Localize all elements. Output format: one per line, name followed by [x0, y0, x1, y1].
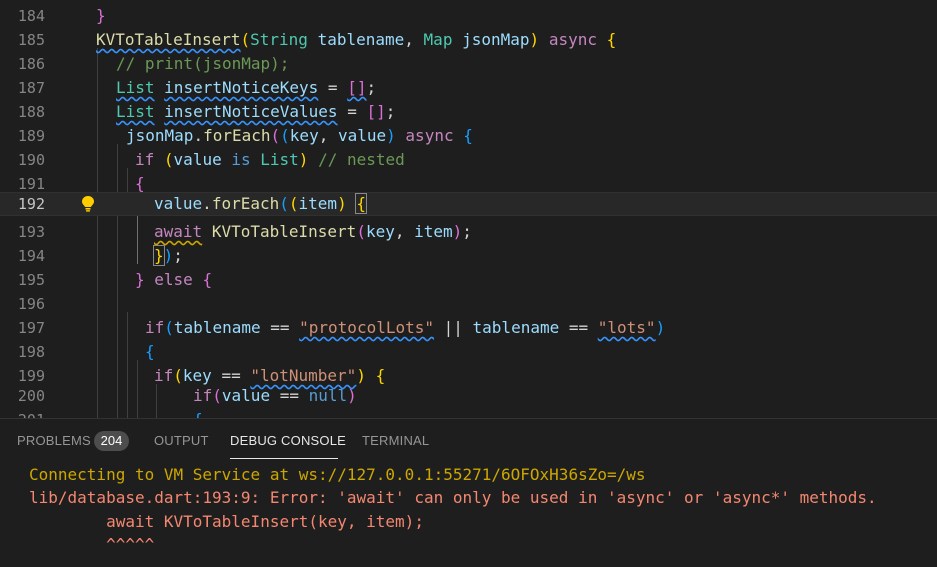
active-tab-indicator — [230, 458, 338, 459]
line-number: 194 — [17, 247, 45, 265]
line-number: 200 — [17, 387, 45, 405]
line-number: 185 — [17, 31, 45, 49]
line-number: 195 — [17, 271, 45, 289]
line-number: 188 — [17, 103, 45, 121]
code-text: if (value is List) // nested — [135, 150, 405, 169]
code-line[interactable]: 186 // print(jsonMap); — [0, 52, 937, 76]
line-number: 189 — [17, 127, 45, 145]
line-number: 187 — [17, 79, 45, 97]
code-line[interactable]: 190 if (value is List) // nested — [0, 148, 937, 172]
line-number: 197 — [17, 319, 45, 337]
code-editor[interactable]: 184 } 185 KVToTableInsert(String tablena… — [0, 0, 937, 418]
code-line[interactable]: 201 { — [0, 408, 937, 418]
code-text: } else { — [135, 270, 213, 289]
code-line[interactable]: 187 List insertNoticeKeys = []; — [0, 76, 937, 100]
code-line[interactable]: 194 }); — [0, 244, 937, 268]
code-text: List insertNoticeValues = []; — [116, 102, 396, 121]
code-line[interactable]: 188 List insertNoticeValues = []; — [0, 100, 937, 124]
code-line[interactable]: 199 if(key == "lotNumber") { — [0, 364, 937, 388]
code-text: List insertNoticeKeys = []; — [116, 78, 377, 97]
code-text: value.forEach((item) { — [154, 193, 367, 214]
line-number: 198 — [17, 343, 45, 361]
code-line[interactable]: 184 } — [0, 4, 937, 28]
lightbulb-icon[interactable] — [80, 195, 96, 213]
console-line-error-code: await KVToTableInsert(key, item); — [29, 512, 424, 531]
code-text: { — [145, 342, 155, 361]
code-line[interactable]: 196 — [0, 292, 937, 316]
code-line[interactable]: 193 await KVToTableInsert(key, item); — [0, 220, 937, 244]
line-number: 201 — [0, 408, 45, 418]
code-line[interactable]: 185 KVToTableInsert(String tablename, Ma… — [0, 28, 937, 52]
code-text: await KVToTableInsert(key, item); — [154, 222, 472, 241]
code-line[interactable]: 198 { — [0, 340, 937, 364]
tab-output[interactable]: OUTPUT — [154, 433, 209, 448]
code-text: if(tablename == "protocolLots" || tablen… — [145, 318, 666, 337]
code-text: KVToTableInsert(String tablename, Map js… — [96, 30, 617, 49]
line-number: 192 — [17, 195, 45, 213]
code-text: }); — [153, 245, 183, 266]
tab-debug-console[interactable]: DEBUG CONSOLE — [230, 433, 346, 448]
code-line[interactable]: 189 jsonMap.forEach((key, value) async { — [0, 124, 937, 148]
code-text: jsonMap.forEach((key, value) async { — [126, 126, 473, 145]
line-number: 190 — [17, 151, 45, 169]
console-line-error-caret: ^^^^^ — [29, 535, 155, 554]
code-line-current[interactable]: 192 value.forEach((item) { — [0, 192, 937, 216]
line-number: 193 — [17, 223, 45, 241]
code-text: // print(jsonMap); — [116, 54, 290, 73]
code-line[interactable]: 195 } else { — [0, 268, 937, 292]
console-line-info: Connecting to VM Service at ws://127.0.0… — [29, 465, 646, 484]
line-number: 184 — [17, 7, 45, 25]
code-text: { — [193, 408, 203, 418]
code-text: if(value == null) — [193, 386, 357, 405]
tab-problems[interactable]: PROBLEMS — [17, 433, 91, 448]
code-text: } — [96, 6, 106, 25]
line-number: 196 — [17, 295, 45, 313]
line-number: 186 — [17, 55, 45, 73]
problems-count-badge: 204 — [94, 431, 129, 451]
code-line[interactable]: 197 if(tablename == "protocolLots" || ta… — [0, 316, 937, 340]
bottom-panel: PROBLEMS 204 OUTPUT DEBUG CONSOLE TERMIN… — [0, 419, 937, 567]
console-line-error: lib/database.dart:193:9: Error: 'await' … — [29, 488, 877, 507]
tab-terminal[interactable]: TERMINAL — [362, 433, 429, 448]
